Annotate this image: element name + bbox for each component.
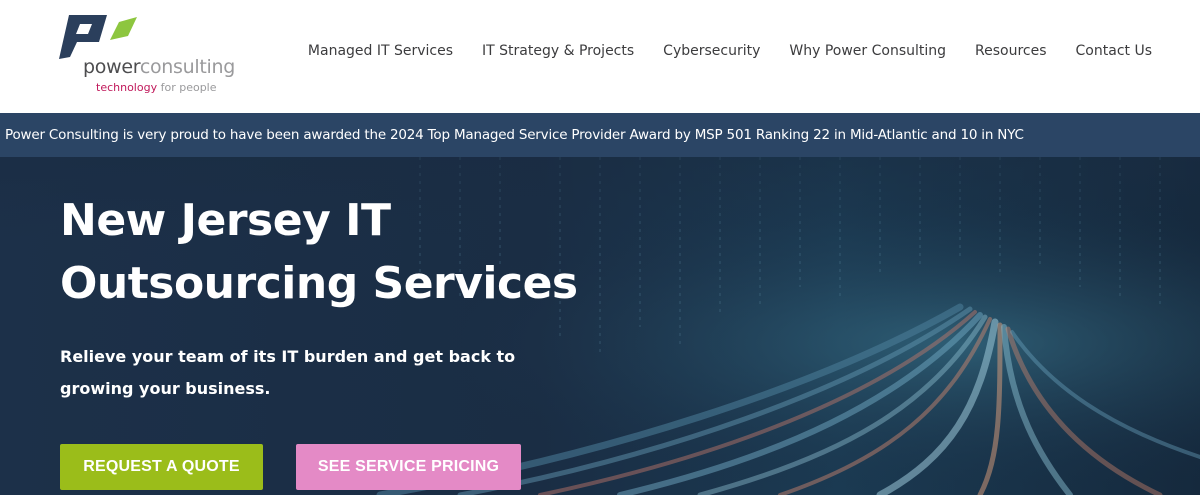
logo-wordmark-consulting: consulting [139, 56, 235, 78]
hero-title: New Jersey IT Outsourcing Services [60, 189, 620, 315]
nav-it-strategy-projects[interactable]: IT Strategy & Projects [482, 43, 634, 59]
hero-subtitle: Relieve your team of its IT burden and g… [60, 347, 516, 398]
announcement-text: Power Consulting is very proud to have b… [5, 127, 1024, 143]
hero-title-line-1: New Jersey IT [60, 195, 391, 246]
request-a-quote-button[interactable]: REQUEST A QUOTE [60, 444, 263, 490]
nav-resources[interactable]: Resources [975, 43, 1047, 59]
power-consulting-logo[interactable]: powerconsulting technology for people [55, 12, 245, 102]
main-nav: Managed IT Services IT Strategy & Projec… [308, 43, 1152, 59]
logo-wordmark: powerconsulting [83, 58, 235, 77]
power-consulting-logo-icon [59, 15, 137, 59]
logo-tagline-technology: technology [96, 81, 158, 94]
hero-section: New Jersey IT Outsourcing Services Relie… [0, 157, 1200, 495]
logo-tagline-for-people: for people [160, 81, 217, 94]
see-service-pricing-button[interactable]: SEE SERVICE PRICING [296, 444, 521, 490]
logo-wordmark-power: power [83, 56, 140, 78]
hero-title-line-2: Outsourcing Services [60, 258, 578, 309]
announcement-bar: Power Consulting is very proud to have b… [0, 113, 1200, 157]
nav-managed-it-services[interactable]: Managed IT Services [308, 43, 453, 59]
logo-tagline: technology for people [96, 82, 217, 93]
site-header: powerconsulting technology for people Ma… [0, 0, 1200, 113]
nav-cybersecurity[interactable]: Cybersecurity [663, 43, 760, 59]
hero-content: New Jersey IT Outsourcing Services Relie… [60, 189, 620, 405]
nav-contact-us[interactable]: Contact Us [1076, 43, 1152, 59]
nav-why-power-consulting[interactable]: Why Power Consulting [789, 43, 946, 59]
